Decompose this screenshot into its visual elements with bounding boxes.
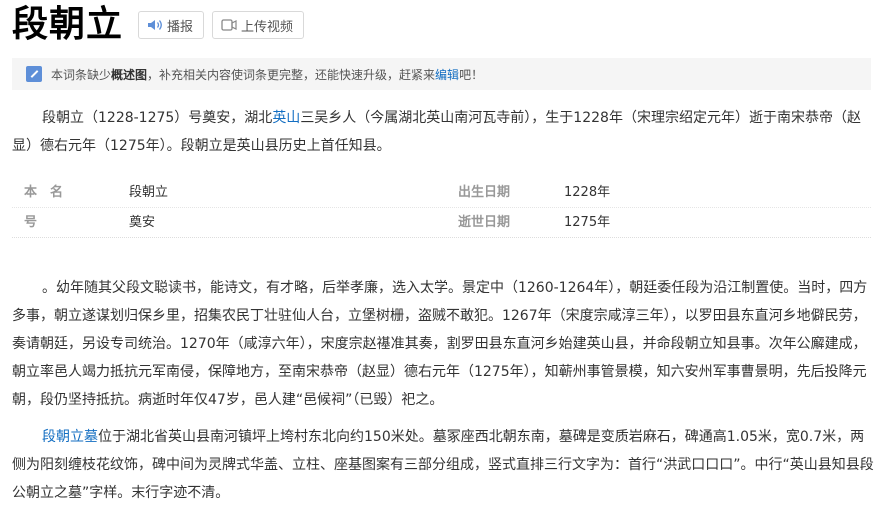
title-row: 段朝立 播报 上传视频 <box>12 4 305 46</box>
infobox-row: 号 奠安 逝世日期 1275年 <box>12 208 871 238</box>
missing-image-notice: 本词条缺少 概述图 ，补充相关内容使词条更完整，还能快速升级，赶紧来 编辑 吧！ <box>12 58 871 90</box>
upload-video-label: 上传视频 <box>241 19 294 35</box>
upload-video-button[interactable]: 上传视频 <box>212 11 305 39</box>
video-icon <box>221 18 237 32</box>
death-date-value: 1275年 <box>564 215 611 230</box>
notice-bold: 概述图 <box>111 67 148 82</box>
alias-label: 号 <box>24 215 38 230</box>
notice-text-2: ，补充相关内容使词条更完整，还能快速升级，赶紧来 <box>147 67 436 82</box>
edit-link[interactable]: 编辑 <box>435 66 459 83</box>
name-label: 本 名 <box>24 185 64 200</box>
tomb-text: 位于湖北省英山县南河镇坪上垮村东北向约150米处。墓冢座西北朝东南，墓碑是变质岩… <box>12 429 874 501</box>
notice-text-1: 本词条缺少 <box>51 67 112 82</box>
infobox-row: 本 名 段朝立 出生日期 1228年 <box>12 178 871 208</box>
birth-date-value: 1228年 <box>564 185 611 200</box>
page-title: 段朝立 <box>12 4 124 45</box>
play-audio-button[interactable]: 播报 <box>138 11 205 39</box>
speaker-icon <box>147 18 163 32</box>
tomb-link[interactable]: 段朝立墓 <box>42 429 98 445</box>
intro-text-1: 段朝立（1228-1275）号奠安，湖北 <box>42 110 273 126</box>
birth-date-label: 出生日期 <box>458 185 511 200</box>
infobox: 本 名 段朝立 出生日期 1228年 号 奠安 逝世日期 1275年 <box>12 178 871 238</box>
play-audio-label: 播报 <box>167 19 194 35</box>
notice-text-3: 吧！ <box>459 67 484 82</box>
pencil-icon <box>26 66 42 82</box>
death-date-label: 逝世日期 <box>458 215 511 230</box>
yingshan-link[interactable]: 英山 <box>272 110 300 126</box>
tomb-paragraph: 段朝立墓位于湖北省英山县南河镇坪上垮村东北向约150米处。墓冢座西北朝东南，墓碑… <box>12 423 878 507</box>
name-value: 段朝立 <box>129 185 169 200</box>
life-paragraph: 。幼年随其父段文聪读书，能诗文，有才略，后举孝廉，选入太学。景定中（1260-1… <box>12 280 868 408</box>
alias-value: 奠安 <box>129 215 156 230</box>
intro-paragraph: 段朝立（1228-1275）号奠安，湖北英山三吴乡人（今属湖北英山南河瓦寺前），… <box>12 104 878 160</box>
